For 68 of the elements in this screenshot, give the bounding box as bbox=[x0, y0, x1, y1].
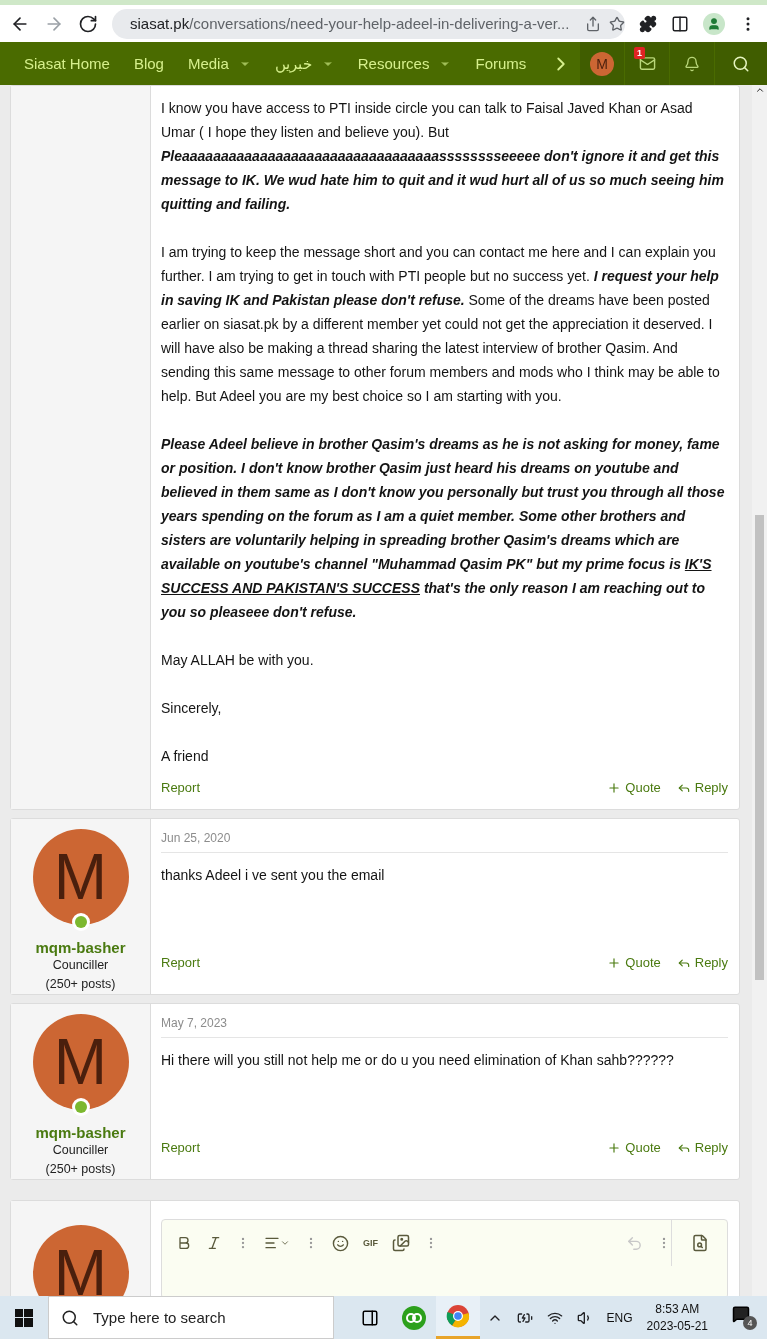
scrollbar[interactable] bbox=[752, 85, 767, 1296]
online-icon bbox=[71, 913, 90, 931]
user-title: Counciller (250+ posts) bbox=[44, 1142, 117, 1178]
plus-icon[interactable] bbox=[607, 780, 622, 795]
notifications-button[interactable] bbox=[669, 42, 714, 85]
report-link[interactable]: Report bbox=[161, 780, 201, 795]
message-text: A friend bbox=[161, 747, 210, 766]
message-text: Please Adeel believe in brother Qasim's dreams as he is not asking for money, fame or position. I don't know brother Qasim just heard his dreams on youtube and believed in them same as I don't know you personally but trust you through all those years spending on the forum as I am a quiet member. Some other brothers and sisters are voluntarily helping in spreading brother Qasim's dreams which are available on youtube's channel "Muhammad Qasim PK" but my prime focus is IK'S SUCCESS AND PAKISTAN'S SUCCESS that's the only reason I am reaching out to you so pleaseee don't refuse. bbox=[161, 435, 726, 622]
post-date: Jun 25, 2020 bbox=[161, 819, 728, 853]
nav-item[interactable]: Siasat Home bbox=[24, 55, 110, 72]
quote-link[interactable]: Quote bbox=[625, 1140, 661, 1155]
message-text: I am trying to keep the message short and you can contact me here and I can explain you further. I am trying to get in touch with PTI people but no success yet. I request your help in saving IK and Pakistan please don't refuse. Some of the dreams have been posted earlier on siasat.pk by a different member yet could not get the appreciation it deserved. I will have also be making a thread sharing the latest interview of brother Qasim. And sending this same message to other forum members and mods who I think may be able to help. But Adeel you are my best choice so I am starting with you. bbox=[161, 243, 721, 406]
nav-item[interactable]: Blog bbox=[133, 55, 164, 72]
report-link[interactable]: Report bbox=[161, 1140, 201, 1155]
search-icon bbox=[732, 54, 750, 73]
message-text: Sincerely, bbox=[161, 699, 223, 718]
windows-icon[interactable] bbox=[15, 1308, 33, 1327]
address-bar[interactable]: siasat.pk/conversations/need-your-help-adeel-in-delivering-a-ver... bbox=[112, 8, 625, 39]
gif-button[interactable]: GIF bbox=[363, 1238, 378, 1248]
author-link[interactable]: mqm-basher bbox=[35, 1124, 126, 1141]
reload-button[interactable] bbox=[78, 13, 98, 34]
scroll-up-icon[interactable] bbox=[754, 85, 765, 95]
report-link[interactable]: Report bbox=[161, 955, 201, 970]
account-button[interactable]: M bbox=[579, 42, 624, 85]
image-icon[interactable] bbox=[392, 1234, 410, 1252]
plus-icon[interactable] bbox=[607, 955, 622, 970]
plus-icon[interactable] bbox=[607, 1140, 622, 1155]
quote-link[interactable]: Quote bbox=[625, 780, 661, 795]
quote-link[interactable]: Quote bbox=[625, 955, 661, 970]
italic-icon[interactable] bbox=[206, 1235, 222, 1251]
url-text: siasat.pk/conversations/need-your-help-adeel-in-delivering-a-ver... bbox=[130, 15, 570, 32]
user-title: Counciller (250+ posts) bbox=[44, 957, 117, 993]
puzzle-icon[interactable] bbox=[639, 14, 657, 33]
align-icon[interactable] bbox=[264, 1235, 290, 1251]
post-date: May 7, 2023 bbox=[161, 1004, 728, 1038]
nav-item[interactable]: Resources bbox=[357, 55, 430, 72]
avatar-initial: M bbox=[53, 1025, 108, 1099]
reply-link[interactable]: Reply bbox=[694, 1140, 728, 1155]
message-text: Hi there will you still not help me or do u you need elimination of Khan sahb?????? bbox=[161, 1051, 675, 1070]
reply-link[interactable]: Reply bbox=[694, 780, 728, 795]
share-icon[interactable] bbox=[585, 15, 602, 32]
taskbar-search-field[interactable]: Type here to search bbox=[48, 1296, 334, 1339]
smiley-icon[interactable] bbox=[332, 1234, 349, 1252]
chrome-icon[interactable] bbox=[436, 1296, 480, 1339]
unread-badge: 1 bbox=[634, 47, 645, 59]
language-indicator[interactable]: ENG bbox=[606, 1310, 633, 1325]
sidebar-icon[interactable] bbox=[671, 14, 689, 33]
inbox-button[interactable]: 1 bbox=[624, 42, 669, 85]
nav-item[interactable]: خبریں bbox=[274, 54, 312, 73]
author-link[interactable]: mqm-basher bbox=[35, 939, 126, 956]
profile-icon[interactable] bbox=[703, 12, 725, 35]
reply-link[interactable]: Reply bbox=[694, 955, 728, 970]
avatar-initial: M bbox=[53, 1236, 108, 1296]
bell-icon bbox=[684, 55, 700, 72]
avatar-initial: M bbox=[53, 840, 108, 914]
nav-item[interactable]: Media bbox=[187, 55, 229, 72]
message-text: May ALLAH be with you. bbox=[161, 651, 315, 670]
clock[interactable]: 8:53 AM 2023-05-21 bbox=[646, 1300, 708, 1335]
message-text: I know you have access to PTI inside circle you can talk to Faisal Javed Khan or Asad Umar ( I hope they listen and believe you). But Pleaaaaaaaaaaaaaaaaaaaaaaaaaaaaaaaaasssssssseeeee don't ignore it and get this message to IK. We wud hate him to quit and it wud hurt all of us so much seeing him quitting and failing. bbox=[161, 99, 725, 214]
online-icon bbox=[71, 1098, 90, 1116]
mail-icon bbox=[638, 55, 656, 72]
nav-item[interactable]: Forums bbox=[475, 55, 527, 72]
bold-icon[interactable] bbox=[176, 1235, 192, 1251]
star-icon[interactable] bbox=[609, 15, 625, 32]
search-icon bbox=[61, 1308, 79, 1327]
message-text: thanks Adeel i ve sent you the email bbox=[161, 866, 386, 885]
search-button[interactable] bbox=[714, 42, 767, 85]
scrollbar-thumb[interactable] bbox=[755, 515, 764, 980]
